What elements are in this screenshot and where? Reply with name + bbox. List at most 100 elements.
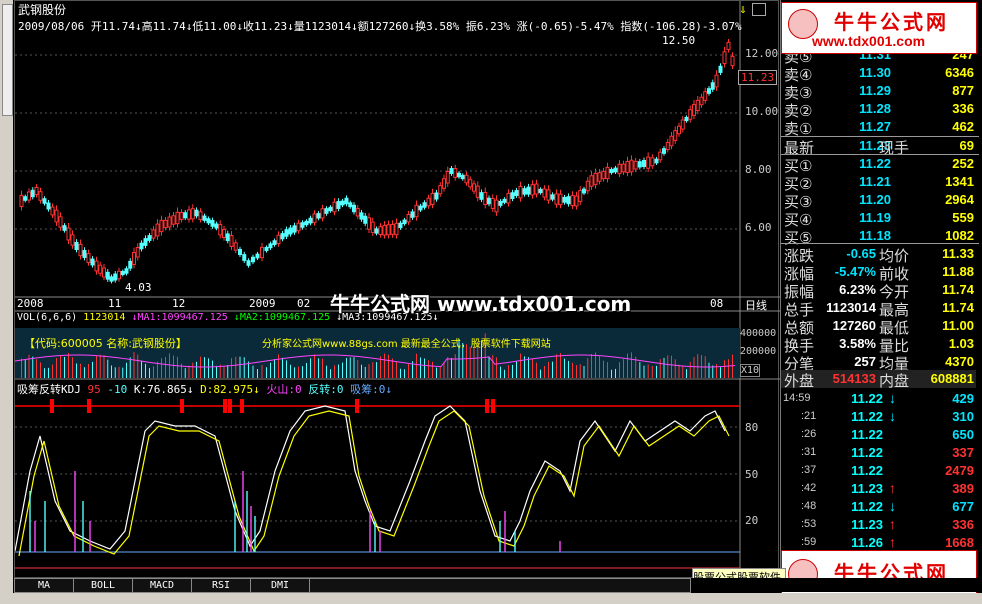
candle-body <box>578 190 583 202</box>
candle-body <box>613 167 618 173</box>
candle-body <box>300 222 305 228</box>
candle-body <box>225 233 230 242</box>
candle-body <box>593 172 598 186</box>
signal-marker <box>50 399 54 413</box>
top-banner[interactable]: 牛牛公式网 www.tdx001.com <box>781 2 977 54</box>
ask-volume: 462 <box>952 119 974 134</box>
candle-body <box>179 211 184 221</box>
tab-boll[interactable]: BOLL <box>73 578 133 593</box>
candle-body <box>328 206 333 212</box>
candle-body <box>151 229 156 239</box>
candle-body <box>296 222 301 232</box>
candle-body <box>132 252 136 265</box>
download-arrow-icon[interactable]: ⇓ <box>739 2 747 17</box>
signal-marker <box>223 399 227 413</box>
candle-body <box>570 195 575 207</box>
tick-row: :21 11.22 ↓ 310 <box>781 408 976 426</box>
tab-dmi[interactable]: DMI <box>250 578 310 593</box>
ask-price: 11.28 <box>859 101 891 116</box>
tick-volume: 1668 <box>945 535 974 550</box>
bid-volume: 2964 <box>945 192 974 207</box>
stat-row: 分笔 257 均量 4370 <box>781 353 976 373</box>
candle-body <box>703 91 708 101</box>
ask-row[interactable]: 卖① 11.27 462 <box>781 118 976 138</box>
tab-macd[interactable]: MACD <box>132 578 192 593</box>
tick-row: :53 11.23 ↑ 336 <box>781 516 976 534</box>
tick-price: 11.22 <box>851 409 883 424</box>
candle-body <box>370 221 375 233</box>
scroll-thumb[interactable] <box>2 4 13 116</box>
candle-body <box>494 199 499 213</box>
candle-body <box>475 185 480 198</box>
candle-body <box>171 215 176 225</box>
indicator-name[interactable]: 吸筹反转KDJ <box>17 383 81 396</box>
candle-body <box>280 233 285 240</box>
candle-body <box>710 82 715 90</box>
candle-body <box>82 250 87 258</box>
bid-row[interactable]: 买① 11.22 252 <box>781 155 976 175</box>
stat-row: 涨幅 -5.47% 前收 11.88 <box>781 263 976 283</box>
candle-body <box>585 180 590 192</box>
candle-body <box>320 208 325 219</box>
candle-body <box>718 65 723 73</box>
candle-body <box>19 194 24 208</box>
period-label[interactable]: 日线 <box>745 297 767 313</box>
time-label: 11 <box>108 297 122 310</box>
candle-body <box>530 184 535 196</box>
price-tick: 6.00 <box>745 221 772 234</box>
outer-label: 外盘 <box>784 373 815 390</box>
bid-row[interactable]: 买③ 11.20 2964 <box>781 191 976 211</box>
candle-body <box>662 148 666 154</box>
bid-volume: 1341 <box>945 174 974 189</box>
bid-row[interactable]: 买② 11.21 1341 <box>781 173 976 193</box>
indicator-p1: 95 <box>87 383 101 396</box>
max-price-label: 12.50 <box>662 34 696 47</box>
ask-price: 11.30 <box>859 65 891 80</box>
outer-inner-row: 外盘 514133 内盘 608881 <box>781 370 976 390</box>
candle-body <box>113 273 118 281</box>
d-line <box>18 410 730 557</box>
candle-body <box>42 198 47 204</box>
candle-body <box>159 219 164 233</box>
candle-body <box>680 119 685 130</box>
bid-row[interactable]: 买④ 11.19 559 <box>781 209 976 229</box>
banner-url: www.tdx001.com <box>812 33 926 49</box>
candle-body <box>139 242 144 250</box>
tick-price: 11.22 <box>851 391 883 406</box>
ask-row[interactable]: 卖④ 11.30 6346 <box>781 64 976 84</box>
window-icon[interactable] <box>752 3 766 16</box>
candle-body <box>378 226 383 235</box>
candle-body <box>650 157 655 167</box>
tab-rsi[interactable]: RSI <box>191 578 251 593</box>
candle-body <box>487 197 491 205</box>
candle-body <box>124 268 129 274</box>
tab-ma[interactable]: MA <box>14 578 74 593</box>
candle-body <box>324 208 329 214</box>
indicator-fanzhuan: 反转:0 <box>308 383 344 396</box>
candle-body <box>558 193 563 206</box>
ask-row[interactable]: 卖③ 11.29 877 <box>781 82 976 102</box>
candle-body <box>120 270 125 276</box>
candle-body <box>292 225 297 233</box>
candle-body <box>418 205 423 211</box>
stat-value: -0.65 <box>846 246 876 261</box>
candle-body <box>472 183 476 192</box>
bid-row[interactable]: 买⑤ 11.18 1082 <box>781 227 976 247</box>
status-bar <box>0 593 982 604</box>
candle-body <box>194 209 199 217</box>
candle-body <box>617 163 622 175</box>
signal-marker <box>355 399 359 413</box>
candle-body <box>483 192 488 205</box>
candle-body <box>498 200 503 206</box>
ask-row[interactable]: 卖② 11.28 336 <box>781 100 976 120</box>
tick-row: :37 11.22 2479 <box>781 462 976 480</box>
tick-arrow-icon: ↑ <box>889 480 896 496</box>
candle-body <box>609 168 614 174</box>
tick-arrow-icon: ↓ <box>889 408 896 424</box>
candle-body <box>359 212 364 220</box>
quote-panel: 卖⑤ 11.31 247 卖④ 11.30 6346 卖③ 11.29 877 … <box>780 0 982 578</box>
candle-body <box>522 188 527 195</box>
candle-body <box>27 191 31 201</box>
tick-volume: 337 <box>952 445 974 460</box>
candle-body <box>367 217 371 230</box>
